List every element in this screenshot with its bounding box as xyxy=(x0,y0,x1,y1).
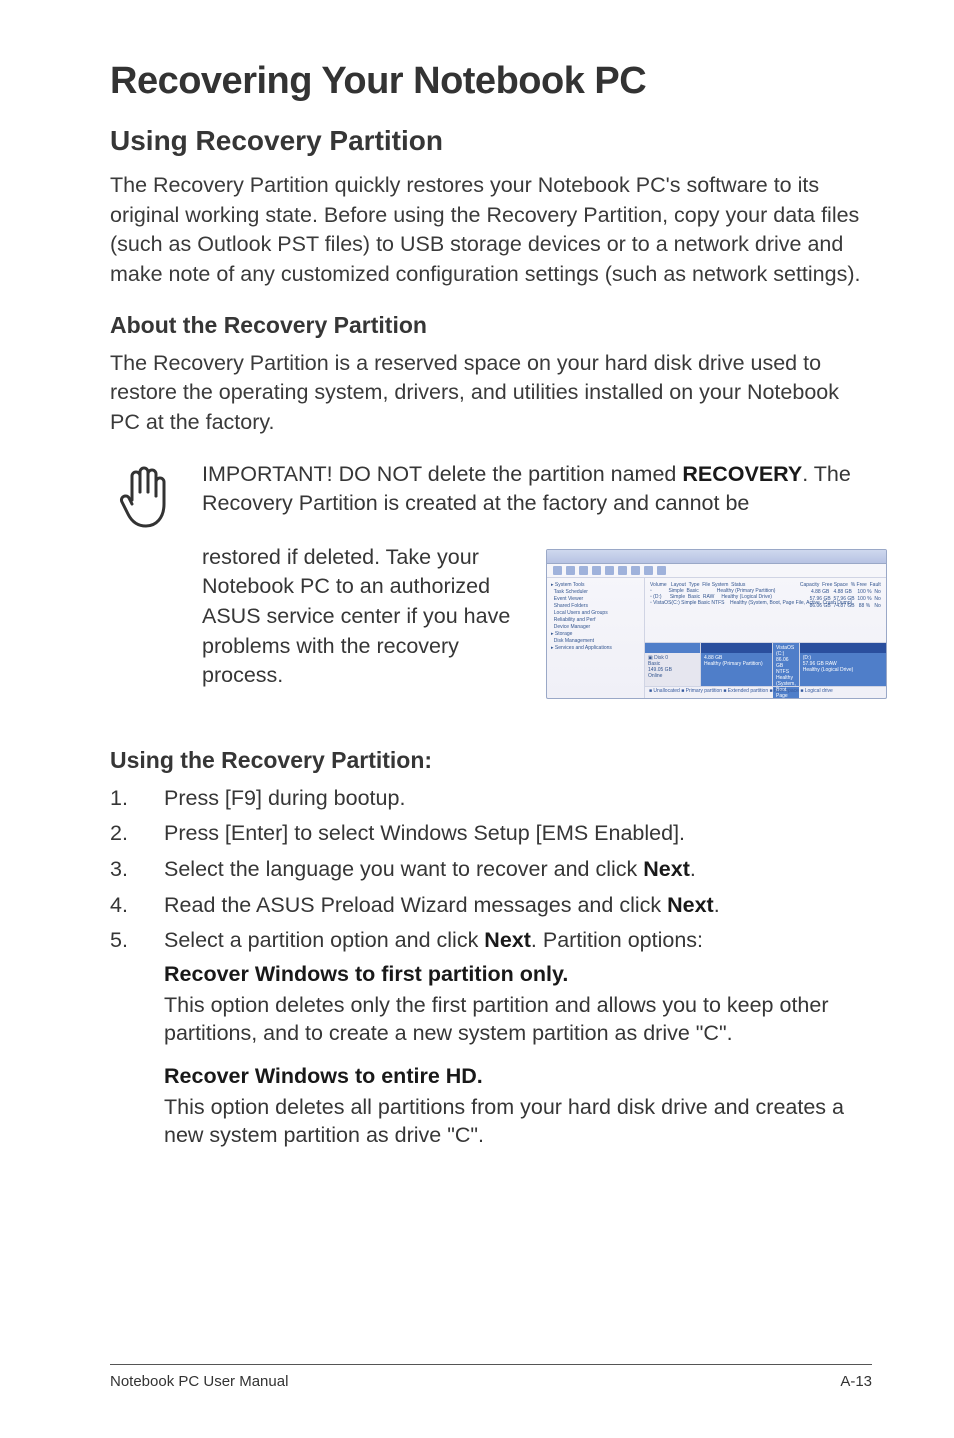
step-3-next: Next xyxy=(643,857,690,881)
step-3: Select the language you want to recover … xyxy=(110,855,872,885)
step-2: Press [Enter] to select Windows Setup [E… xyxy=(110,819,872,849)
step-1: Press [F9] during bootup. xyxy=(110,784,872,814)
using-recovery-heading: Using the Recovery Partition: xyxy=(110,747,872,774)
important-hand-icon xyxy=(114,462,176,535)
step-4-pre: Read the ASUS Preload Wizard messages an… xyxy=(164,893,667,917)
option2-body: This option deletes all partitions from … xyxy=(164,1093,872,1150)
step-3-pre: Select the language you want to recover … xyxy=(164,857,643,881)
important-note-line1: IMPORTANT! DO NOT delete the partition n… xyxy=(202,460,872,519)
intro-paragraph: The Recovery Partition quickly restores … xyxy=(110,171,872,290)
step-5-next: Next xyxy=(484,928,531,952)
option1-heading: Recover Windows to first partition only. xyxy=(164,962,872,987)
page-title: Recovering Your Notebook PC xyxy=(110,60,872,103)
step-4-text: Read the ASUS Preload Wizard messages an… xyxy=(164,891,872,921)
about-heading: About the Recovery Partition xyxy=(110,312,872,339)
step-5: Select a partition option and click Next… xyxy=(110,926,872,956)
step-4-post: . xyxy=(714,893,720,917)
step-3-post: . xyxy=(690,857,696,881)
step-4: Read the ASUS Preload Wizard messages an… xyxy=(110,891,872,921)
footer-manual-title: Notebook PC User Manual xyxy=(110,1373,288,1390)
option2-heading: Recover Windows to entire HD. xyxy=(164,1064,872,1089)
disk-management-screenshot: ▸ System Tools Task Scheduler Event View… xyxy=(546,549,887,699)
step-5-pre: Select a partition option and click xyxy=(164,928,484,952)
about-paragraph: The Recovery Partition is a reserved spa… xyxy=(110,349,872,438)
step-5-text: Select a partition option and click Next… xyxy=(164,926,872,956)
step-3-text: Select the language you want to recover … xyxy=(164,855,872,885)
step-1-text: Press [F9] during bootup. xyxy=(164,784,872,814)
footer-page-number: A-13 xyxy=(840,1373,872,1390)
step-2-text: Press [Enter] to select Windows Setup [E… xyxy=(164,819,872,849)
step-5-post: . Partition options: xyxy=(531,928,703,952)
important-recovery-word: RECOVERY xyxy=(682,462,802,486)
important-note-continued: restored if deleted. Take your Notebook … xyxy=(202,543,524,699)
step-4-next: Next xyxy=(667,893,714,917)
option1-body: This option deletes only the first parti… xyxy=(164,991,872,1048)
important-prefix: IMPORTANT! DO NOT delete the partition n… xyxy=(202,462,682,486)
section-heading-using-recovery: Using Recovery Partition xyxy=(110,125,872,157)
